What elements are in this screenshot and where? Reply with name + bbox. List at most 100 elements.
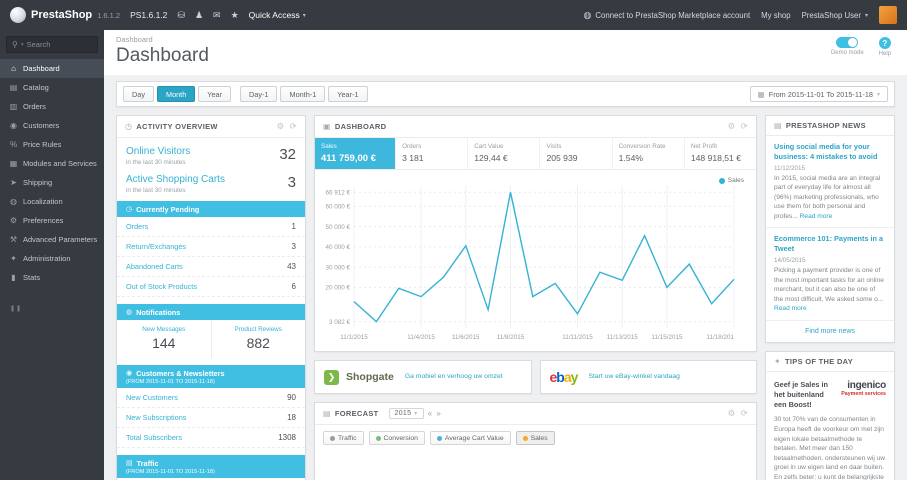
row-label: Orders [126,222,149,231]
out-of-stock-row[interactable]: Out of Stock Products 6 [117,277,305,297]
forecast-pill-conversion[interactable]: Conversion [368,431,425,445]
main-content: Dashboard Dashboard Demo mode ? Help Day… [104,30,907,480]
year-1-button[interactable]: Year-1 [328,86,368,102]
col-label: New Messages [142,326,186,333]
total-subscribers-row[interactable]: Total Subscribers 1308 [117,428,305,448]
cart-icon[interactable]: ⛁ [177,10,185,21]
kpi-label: Net Profit [690,143,718,150]
pending-orders-row[interactable]: Orders 1 [117,217,305,237]
settings-icon[interactable]: ⚙ [277,121,285,132]
kpi-cart-value[interactable]: Cart Value 129,44 € [468,138,541,169]
svg-text:11/13/2015: 11/13/2015 [607,334,639,341]
user-menu[interactable]: PrestaShop User ▾ [802,11,868,20]
demo-mode-toggle[interactable]: Demo mode [831,37,864,57]
settings-icon[interactable]: ⚙ [728,408,736,419]
month-button[interactable]: Month [156,86,196,102]
product-reviews[interactable]: Product Reviews 882 [210,320,306,358]
pill-label: Traffic [338,434,357,442]
traffic-dot-icon [330,435,335,441]
stats-icon: ▮ [11,273,16,282]
kpi-sales[interactable]: Sales 411 759,00 € [315,138,397,169]
date-range-picker[interactable]: ▦ From 2015-11-01 To 2015-11-18 ▾ [749,86,888,102]
sidebar-search[interactable]: ⚲ ▾ [6,36,98,53]
search-input[interactable] [26,40,79,49]
new-subscriptions-row[interactable]: New Subscriptions 18 [117,408,305,428]
article-date: 11/12/2015 [774,164,806,172]
month-1-button[interactable]: Month-1 [280,86,326,102]
settings-icon[interactable]: ⚙ [728,121,736,132]
pending-returns-row[interactable]: Return/Exchanges 3 [117,237,305,257]
panel-title: PrestaShop News [785,121,866,130]
kpi-conversion-rate[interactable]: Conversion Rate 1.54% [613,138,685,169]
shop-name-link[interactable]: PS1.6.1.2 [130,10,167,20]
sidebar-item-localization[interactable]: ◍ Localization [0,192,104,211]
prestashop-logo[interactable]: PrestaShop 1.6.1.2 [10,7,120,23]
shopgate-link[interactable]: Ga mobiel en verhoog uw omzet [405,373,503,382]
ebay-link[interactable]: Start uw eBay-winkel vandaag [588,373,679,382]
quick-access-menu[interactable]: Quick Access ▾ [249,10,306,20]
chevron-down-icon: ▾ [302,12,306,19]
sidebar-item-orders[interactable]: ▥ Orders [0,97,104,116]
avatar[interactable] [879,6,897,24]
forecast-year-select[interactable]: 2015 ▾ [388,408,424,419]
person-icon[interactable]: ♟ [195,10,203,21]
find-more-news-link[interactable]: Find more news [766,321,894,342]
read-more-link[interactable]: Read more [774,305,807,312]
ebay-banner[interactable]: ebay Start uw eBay-winkel vandaag [539,360,757,394]
sidebar-item-price-rules[interactable]: % Price Rules [0,135,104,154]
kpi-net-profit[interactable]: Net Profit 148 918,51 € [685,138,756,169]
refresh-icon[interactable]: ⟳ [290,121,297,132]
svg-text:40 000 €: 40 000 € [325,244,350,251]
sidebar-item-stats[interactable]: ▮ Stats [0,268,104,287]
toggle-switch[interactable] [836,37,859,48]
previous-icon[interactable]: « [428,409,433,418]
forecast-pill-sales[interactable]: Sales [515,431,555,445]
conversion-dot-icon [375,435,381,441]
sidebar-item-dashboard[interactable]: ⌂ Dashboard [0,59,104,78]
envelope-icon[interactable]: ✉ [213,10,221,21]
day-button[interactable]: Day [123,86,154,102]
svg-text:11/1/2015: 11/1/2015 [340,334,368,341]
chevron-down-icon: ▾ [414,411,418,417]
read-more-link[interactable]: Read more [800,213,833,220]
sidebar-item-preferences[interactable]: ⚙ Preferences [0,211,104,230]
new-messages[interactable]: New Messages 144 [117,320,211,358]
user-label: PrestaShop User [801,10,861,20]
panel-header: ▤ Forecast 2015 ▾ « » ⚙ ⟳ [315,403,756,425]
article-title-link[interactable]: Ecommerce 101: Payments in a Tweet [774,234,886,254]
sidebar-item-catalog[interactable]: ▤ Catalog [0,78,104,97]
abandoned-carts-row[interactable]: Abandoned Carts 43 [117,257,305,277]
my-shop-link[interactable]: My shop [761,11,790,20]
sidebar-item-customers[interactable]: ◉ Customers [0,116,104,135]
marketplace-link[interactable]: ◍ Connect to PrestaShop Marketplace acco… [584,10,751,21]
online-visitors-link[interactable]: Online Visitors [126,146,190,157]
shopgate-banner[interactable]: ❯ Shopgate Ga mobiel en verhoog uw omzet [314,360,532,394]
sidebar-item-modules[interactable]: ▦ Modules and Services [0,154,104,173]
active-carts-link[interactable]: Active Shopping Carts [126,174,225,185]
forecast-pill-average-cart-value[interactable]: Average Cart Value [429,431,511,445]
collapse-menu-button[interactable]: ❚❚ [0,301,104,316]
sidebar-item-advanced-parameters[interactable]: ⚒ Advanced Parameters [0,230,104,249]
chevron-down-icon: ▾ [876,91,880,98]
kpi-visits[interactable]: Visits 205 939 [540,138,613,169]
refresh-icon[interactable]: ⟳ [741,408,748,419]
trophy-icon[interactable]: ★ [231,10,239,21]
section-subtitle: (FROM 2015-11-01 TO 2015-11-18) [126,468,215,475]
article-body: Picking a payment provider is one of the… [774,266,886,314]
sidebar-item-shipping[interactable]: ➤ Shipping [0,173,104,192]
day-1-button[interactable]: Day-1 [240,86,278,102]
new-customers-row[interactable]: New Customers 90 [117,388,305,408]
article-title-link[interactable]: Using social media for your business: 4 … [774,142,886,162]
refresh-icon[interactable]: ⟳ [741,121,748,132]
dashboard-icon: ⌂ [11,64,16,73]
ingenico-brand: ingenico [847,379,886,391]
next-icon[interactable]: » [436,409,441,418]
topbar-right: ◍ Connect to PrestaShop Marketplace acco… [584,6,897,24]
help-button[interactable]: ? Help [879,37,891,57]
kpi-orders[interactable]: Orders 3 181 [396,138,469,169]
forecast-pill-traffic[interactable]: Traffic [323,431,364,445]
year-button[interactable]: Year [198,86,232,102]
currently-pending-header: ◷ Currently Pending [117,201,305,217]
ingenico-logo[interactable]: ingenico Payment services [841,380,886,411]
sidebar-item-administration[interactable]: ✦ Administration [0,249,104,268]
